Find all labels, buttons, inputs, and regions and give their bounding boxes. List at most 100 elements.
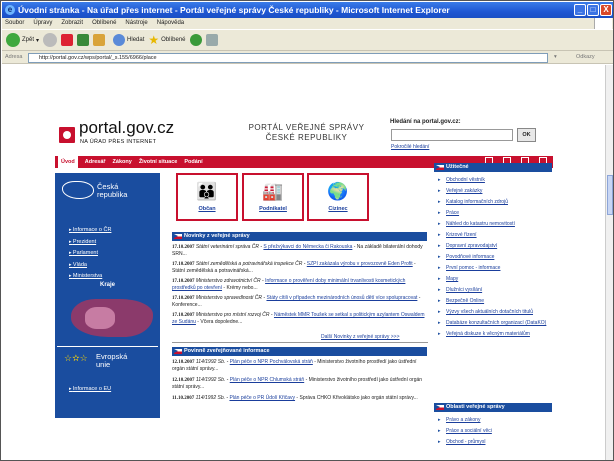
info-link[interactable]: Plán péče o NPR Pochválovská stráň bbox=[230, 359, 313, 365]
nav-zakony[interactable]: Zákony bbox=[113, 156, 132, 168]
maximize-button[interactable]: □ bbox=[587, 4, 599, 16]
useful-link[interactable]: Práce bbox=[438, 210, 550, 217]
news-link[interactable]: Státy cítili v případech mezinárodních ú… bbox=[266, 295, 417, 301]
menu-upravy[interactable]: Úpravy bbox=[33, 18, 52, 29]
news-item: 17.10.2007 Státní zemědělská a potraviná… bbox=[172, 261, 428, 275]
favorites-label: Oblíbené bbox=[161, 37, 186, 43]
category-obcan-label: Občan bbox=[198, 206, 216, 212]
czech-links: Informace o ČR Prezident Parlament Vláda… bbox=[69, 225, 112, 283]
news-date: 17.10.2007 bbox=[172, 245, 195, 250]
home-icon[interactable] bbox=[93, 34, 106, 46]
info-date: 12.10.2007 bbox=[172, 360, 195, 365]
link-parlament[interactable]: Parlament bbox=[69, 248, 111, 260]
window-title: Úvodní stránka - Na úřad přes internet -… bbox=[18, 5, 450, 15]
news-date: 17.10.2007 bbox=[172, 279, 195, 284]
menu-soubor[interactable]: Soubor bbox=[5, 18, 24, 29]
info-item: 12.10.2007 114/1992 Sb. - Plán péče o NP… bbox=[172, 359, 428, 373]
category-cizinec[interactable]: 🌍 Cizinec bbox=[307, 173, 369, 221]
advanced-search-link[interactable]: Pokročilé hledání bbox=[391, 144, 429, 150]
news-item: 17.10.2007 Ministerstvo zdravotnictví ČR… bbox=[172, 278, 428, 292]
useful-link[interactable]: Obchodní věstník bbox=[438, 177, 550, 184]
info-link[interactable]: Plán péče o PR Údolí Křičavy bbox=[229, 395, 295, 401]
regions-map-icon[interactable] bbox=[71, 299, 153, 337]
useful-link[interactable]: Povodňové informace bbox=[438, 254, 550, 261]
favorites-button[interactable]: ★ Oblíbené bbox=[148, 33, 185, 47]
area-link[interactable]: Právo a zákony bbox=[438, 417, 550, 424]
nav-uvod[interactable]: Úvod bbox=[58, 156, 78, 168]
news-item: 17.10.2007 Státní veterinární správa ČR … bbox=[172, 244, 428, 258]
regions-heading: Kraje bbox=[99, 282, 115, 288]
useful-link[interactable]: Krizové řízení bbox=[438, 232, 550, 239]
eu-stars-icon: ☆✫☆ bbox=[64, 353, 88, 363]
news-source: Státní zemědělská a potravinářská inspek… bbox=[195, 261, 307, 267]
news-excerpt: - Včera dopoledne... bbox=[195, 319, 243, 325]
ie-logo-icon: e bbox=[5, 5, 15, 15]
useful-link[interactable]: Dlužníci vysílání bbox=[438, 287, 550, 294]
czech-republic-title[interactable]: Česká republika bbox=[97, 183, 127, 199]
divider bbox=[172, 342, 428, 343]
portal-logo-icon[interactable] bbox=[59, 127, 75, 143]
link-prezident[interactable]: Prezident bbox=[69, 237, 111, 249]
useful-heading: Užitečné bbox=[434, 163, 552, 172]
category-podnikatel[interactable]: 🏭 Podnikatel bbox=[242, 173, 304, 221]
news-more-link[interactable]: Další Novinky z veřejné správy >>> bbox=[321, 334, 400, 340]
useful-link[interactable]: První pomoc - informace bbox=[438, 265, 550, 272]
forward-button[interactable] bbox=[43, 33, 58, 47]
menu-napoveda[interactable]: Nápověda bbox=[157, 18, 184, 29]
area-link[interactable]: Práce a sociální věci bbox=[438, 428, 550, 435]
news-link[interactable]: S přežvýkavci do Německa či Rakouska bbox=[263, 244, 352, 250]
czech-flag-icon bbox=[174, 349, 182, 354]
title-bar: e Úvodní stránka - Na úřad přes internet… bbox=[2, 2, 613, 18]
site-search-input[interactable] bbox=[391, 129, 513, 141]
category-obcan[interactable]: 👪 Občan bbox=[176, 173, 238, 221]
news-link[interactable]: SZPI zakázala výrobu v provozovně Eden P… bbox=[307, 261, 413, 267]
media-icon[interactable] bbox=[189, 34, 202, 46]
site-search-button[interactable]: OK bbox=[517, 128, 536, 142]
vertical-scrollbar[interactable] bbox=[605, 65, 613, 460]
useful-link[interactable]: Bezpečně Online bbox=[438, 298, 550, 305]
links-button[interactable]: Odkazy bbox=[576, 51, 595, 64]
info-link[interactable]: Plán péče o NPR Chlumská stráň bbox=[230, 377, 304, 383]
info-source: 114/1992 Sb. - bbox=[195, 395, 230, 401]
refresh-icon[interactable] bbox=[77, 34, 90, 46]
useful-link[interactable]: Dopravní zpravodajství bbox=[438, 243, 550, 250]
star-icon: ★ bbox=[148, 33, 160, 47]
info-date: 11.10.2007 bbox=[172, 396, 195, 401]
news-item: 17.10.2007 Ministerstvo spravedlnosti ČR… bbox=[172, 295, 428, 309]
info-source: 114/1992 Sb. - bbox=[195, 359, 230, 365]
close-button[interactable]: X bbox=[600, 4, 612, 16]
address-input[interactable]: http://portal.gov.cz/wps/portal/_s.155/6… bbox=[28, 53, 548, 63]
useful-link[interactable]: Veřejná diskuze k věcným materiálům bbox=[438, 331, 550, 338]
stop-icon[interactable] bbox=[61, 34, 74, 46]
site-search-label: Hledání na portal.gov.cz: bbox=[390, 119, 461, 125]
minimize-button[interactable]: _ bbox=[574, 4, 586, 16]
useful-link[interactable]: Katalog informačních zdrojů bbox=[438, 199, 550, 206]
back-button[interactable]: Zpět ▾ bbox=[6, 33, 39, 47]
news-date: 17.10.2007 bbox=[172, 262, 195, 267]
menu-oblibene[interactable]: Oblíbené bbox=[92, 18, 116, 29]
address-dropdown-icon[interactable]: ▾ bbox=[554, 51, 557, 64]
nav-zivotni-situace[interactable]: Životní situace bbox=[139, 156, 178, 168]
windows-logo-icon bbox=[594, 18, 612, 29]
back-arrow-icon bbox=[6, 33, 20, 47]
nav-podani[interactable]: Podání bbox=[184, 156, 202, 168]
link-informace-eu[interactable]: Informace o EU bbox=[69, 386, 111, 392]
info-heading-text: Povinně zveřejňované informace bbox=[184, 348, 270, 354]
area-link[interactable]: Obchod - průmysl bbox=[438, 439, 550, 446]
search-button[interactable]: Hledat bbox=[113, 34, 144, 46]
nav-adresar[interactable]: Adresář bbox=[85, 156, 106, 168]
portal-title-line1: PORTÁL VEŘEJNÉ SPRÁVY bbox=[248, 123, 365, 132]
useful-link[interactable]: Výzvy všech aktuálních dotačních titulů bbox=[438, 309, 550, 316]
useful-link[interactable]: Veřejné zakázky bbox=[438, 188, 550, 195]
useful-link[interactable]: Databáze konzultačních organizací (DataK… bbox=[438, 320, 550, 327]
menu-nastroje[interactable]: Nástroje bbox=[125, 18, 147, 29]
useful-link[interactable]: Náhled do katastru nemovitostí bbox=[438, 221, 550, 228]
menu-zobrazit[interactable]: Zobrazit bbox=[61, 18, 83, 29]
eu-title[interactable]: Evropská unie bbox=[96, 353, 127, 369]
site-logo[interactable]: portal.gov.cz bbox=[79, 118, 174, 138]
link-informace-cr[interactable]: Informace o ČR bbox=[69, 225, 112, 237]
mail-icon[interactable] bbox=[205, 34, 218, 46]
useful-link[interactable]: Mapy bbox=[438, 276, 550, 283]
scroll-thumb[interactable] bbox=[607, 175, 613, 215]
link-vlada[interactable]: Vláda bbox=[69, 260, 111, 272]
